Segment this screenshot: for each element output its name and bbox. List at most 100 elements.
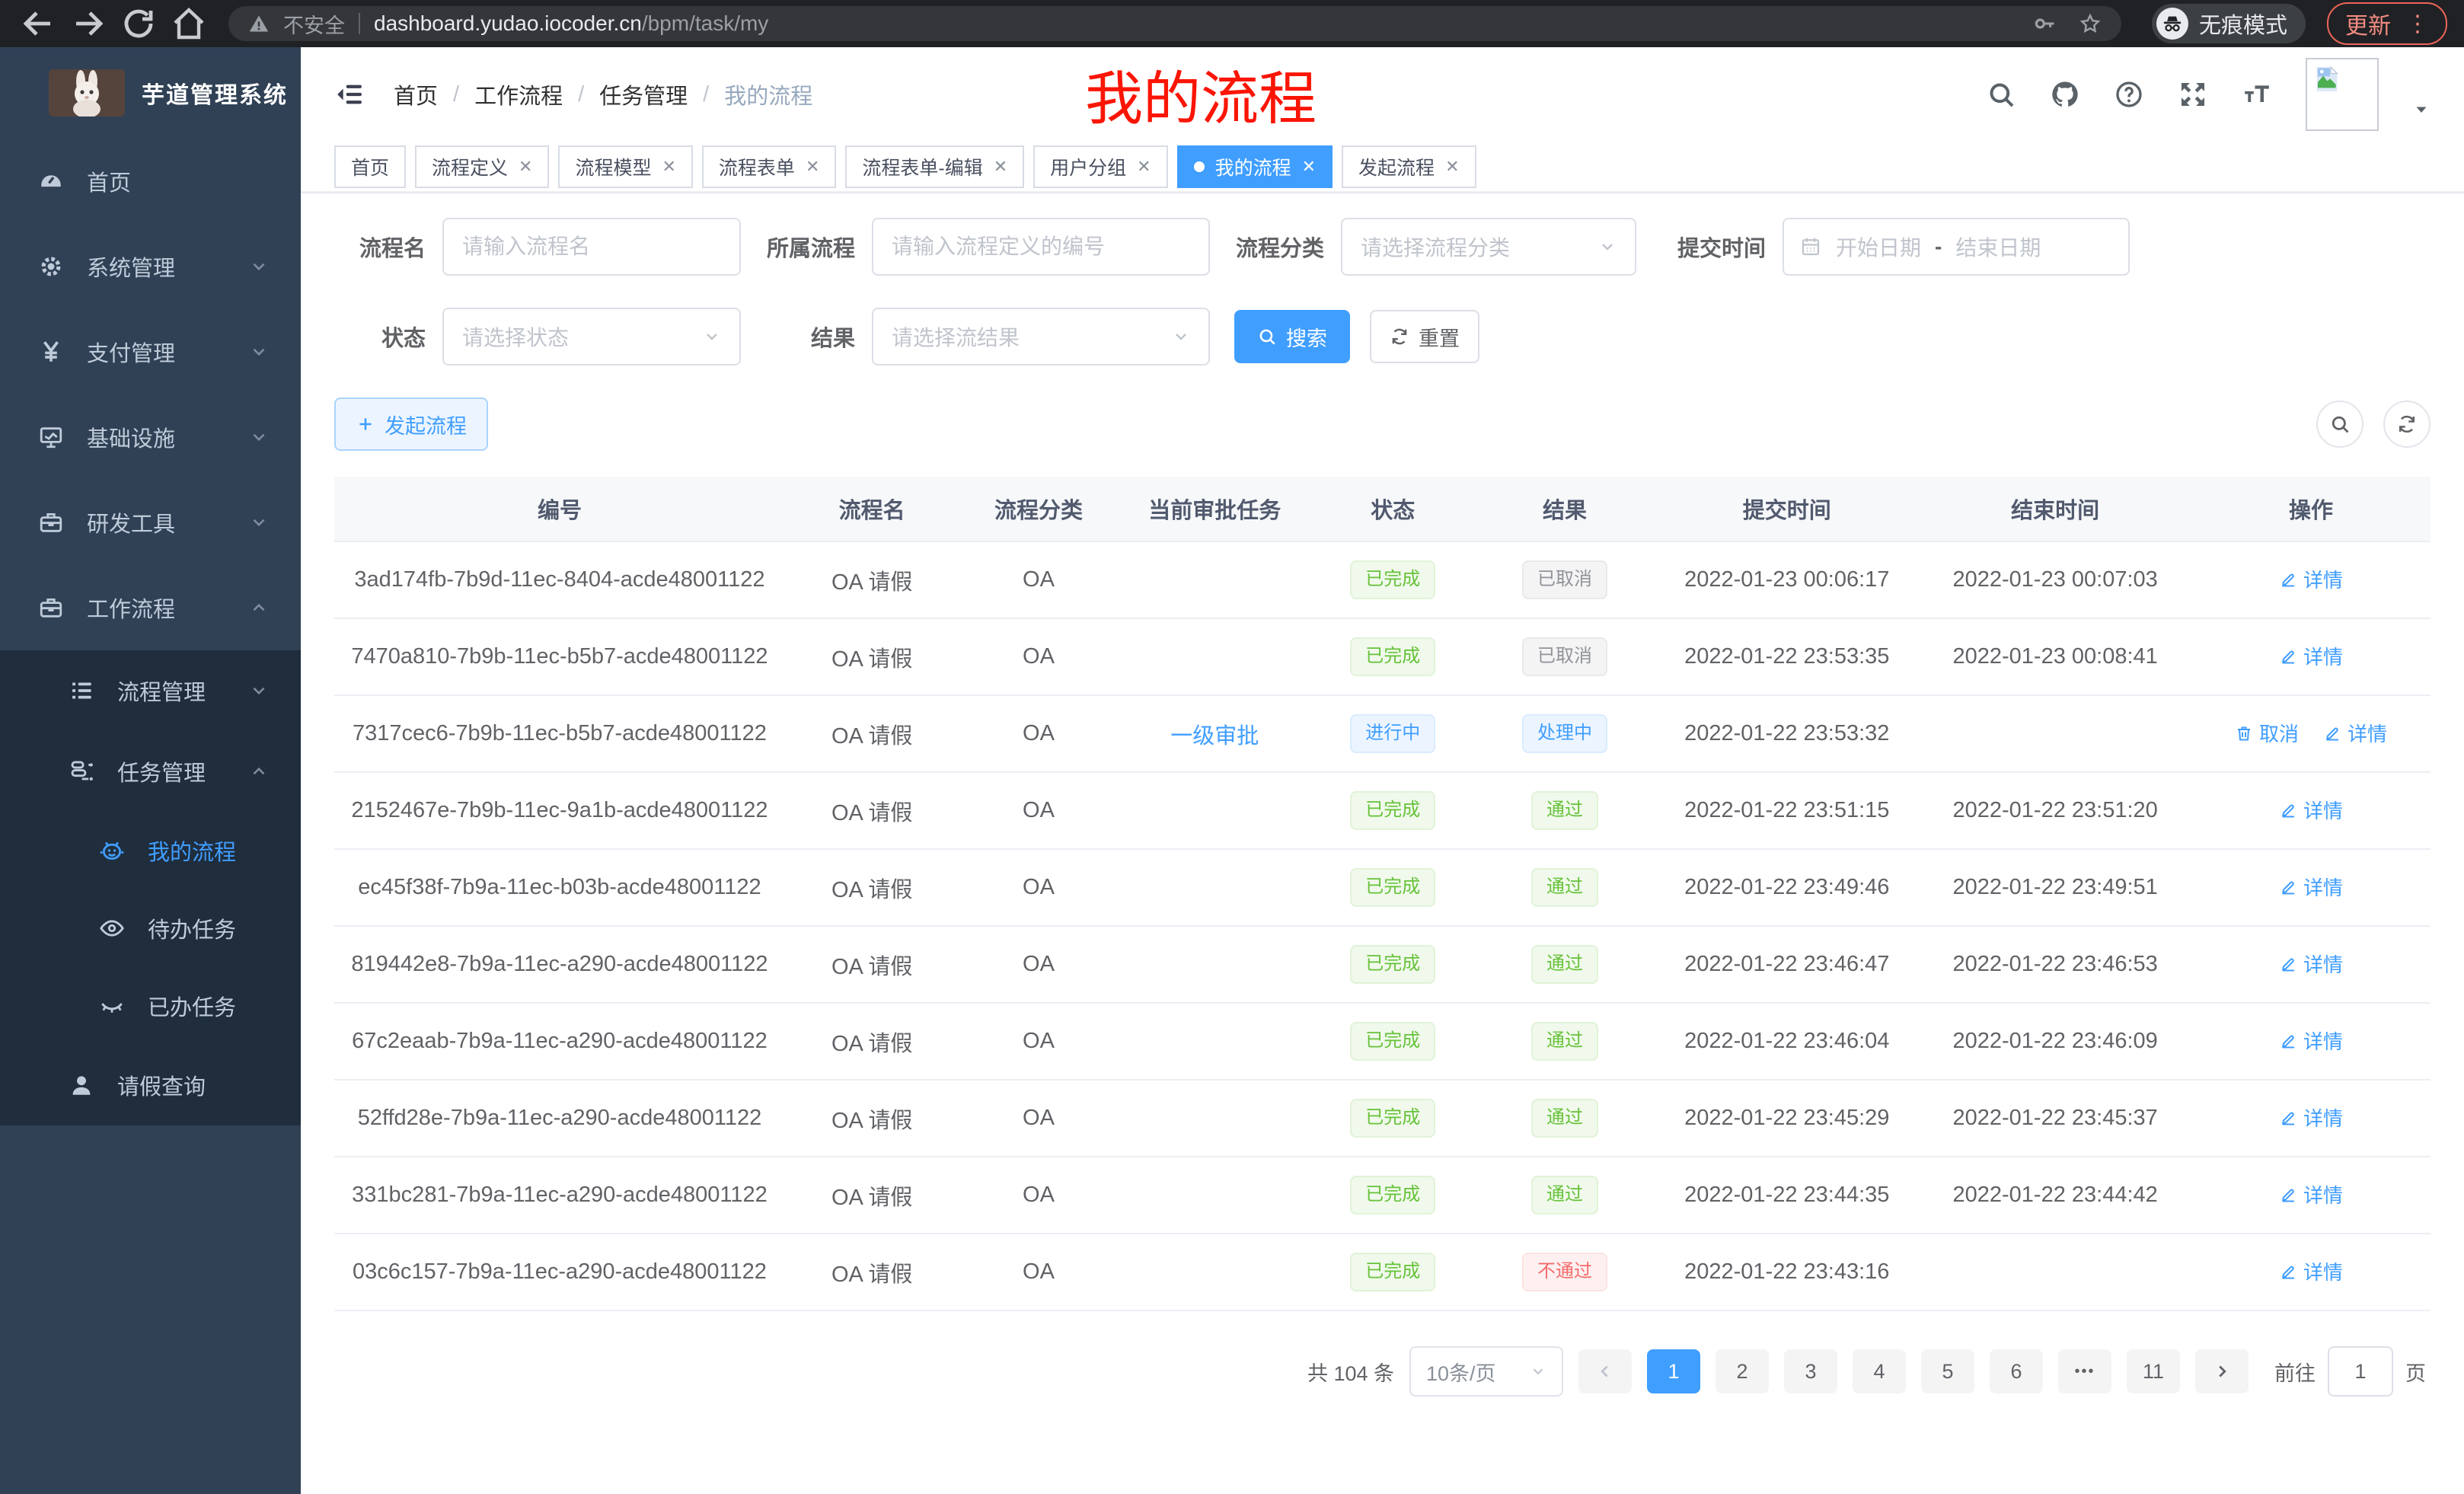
refresh-table-button[interactable]	[2383, 401, 2430, 448]
sidebar-item-workflow[interactable]: 工作流程	[0, 565, 301, 650]
status-select[interactable]: 请选择状态	[442, 308, 741, 366]
font-size-icon[interactable]	[2242, 79, 2272, 110]
sidebar-item-dev-tools[interactable]: 研发工具	[0, 480, 301, 565]
cell-current-task	[1119, 1080, 1311, 1157]
start-date-placeholder: 开始日期	[1836, 231, 1921, 262]
detail-action[interactable]: 详情	[2279, 796, 2343, 824]
detail-action[interactable]: 详情	[2323, 719, 2387, 747]
page-button-3[interactable]: 3	[1784, 1349, 1837, 1393]
page-button-4[interactable]: 4	[1853, 1349, 1906, 1393]
detail-action[interactable]: 详情	[2279, 873, 2343, 901]
browser-back-icon[interactable]	[17, 5, 59, 42]
tab-close-icon[interactable]: ✕	[662, 157, 675, 177]
detail-action[interactable]: 详情	[2279, 1257, 2343, 1285]
tab-label: 流程表单	[719, 153, 795, 180]
top-header: 首页 / 工作流程 / 任务管理 / 我的流程	[301, 47, 2464, 142]
breadcrumb-workflow[interactable]: 工作流程	[474, 78, 563, 110]
page-button-6[interactable]: 6	[1990, 1349, 2043, 1393]
tab-发起流程[interactable]: 发起流程✕	[1342, 145, 1476, 188]
page-size-select[interactable]: 10条/页	[1409, 1346, 1563, 1397]
page-button-5[interactable]: 5	[1921, 1349, 1974, 1393]
sidebar-item-system-mgmt[interactable]: 系统管理	[0, 224, 301, 309]
app-logo[interactable]: 芋道管理系统	[0, 47, 301, 139]
caret-down-icon[interactable]	[2412, 101, 2430, 119]
tab-label: 流程定义	[432, 153, 508, 180]
cell-process-name: OA 请假	[785, 1157, 959, 1234]
yen-icon	[38, 339, 64, 365]
result-select[interactable]: 请选择流结果	[872, 308, 1210, 366]
cancel-action[interactable]: 取消	[2235, 719, 2299, 747]
tab-用户分组[interactable]: 用户分组✕	[1033, 145, 1167, 188]
browser-forward-icon[interactable]	[67, 5, 110, 42]
tab-close-icon[interactable]: ✕	[1302, 157, 1316, 177]
tab-close-icon[interactable]: ✕	[994, 157, 1007, 177]
result-badge: 通过	[1531, 868, 1598, 907]
sidebar-item-task-mgmt[interactable]: 任务管理	[0, 731, 301, 812]
sidebar-item-todo-tasks[interactable]: 待办任务	[0, 889, 301, 967]
tab-close-icon[interactable]: ✕	[519, 157, 532, 177]
browser-menu-icon[interactable]: ⋮	[2406, 11, 2429, 37]
avatar[interactable]	[2306, 58, 2379, 131]
fullscreen-icon[interactable]	[2178, 79, 2208, 110]
cell-status: 已完成	[1311, 1234, 1475, 1310]
tab-我的流程[interactable]: 我的流程✕	[1177, 145, 1333, 188]
search-button[interactable]: 搜索	[1234, 310, 1350, 363]
detail-action[interactable]: 详情	[2279, 1103, 2343, 1132]
cell-result: 不通过	[1475, 1234, 1655, 1310]
cell-status: 已完成	[1311, 772, 1475, 849]
prev-page-button[interactable]	[1578, 1349, 1632, 1393]
sidebar-item-process-mgmt[interactable]: 流程管理	[0, 650, 301, 731]
tab-首页[interactable]: 首页	[334, 145, 406, 188]
detail-action[interactable]: 详情	[2279, 642, 2343, 670]
address-bar[interactable]: 不安全 dashboard.yudao.iocoder.cn/bpm/task/…	[228, 6, 2121, 41]
reset-button[interactable]: 重置	[1370, 310, 1479, 363]
github-icon[interactable]	[2050, 79, 2080, 110]
current-task-link[interactable]: 一级审批	[1170, 724, 1259, 749]
submit-time-range-picker[interactable]: 开始日期 - 结束日期	[1783, 218, 2130, 276]
cell-id: ec45f38f-7b9a-11ec-b03b-acde48001122	[334, 849, 785, 926]
browser-update-button[interactable]: 更新 ⋮	[2327, 2, 2447, 45]
tab-close-icon[interactable]: ✕	[1445, 157, 1459, 177]
detail-action[interactable]: 详情	[2279, 1180, 2343, 1208]
filter-label-definition: 所属流程	[741, 231, 855, 263]
page-button-2[interactable]: 2	[1716, 1349, 1769, 1393]
breadcrumb-home[interactable]: 首页	[394, 78, 438, 110]
page-button-1[interactable]: 1	[1647, 1349, 1700, 1393]
tab-close-icon[interactable]: ✕	[1137, 157, 1151, 177]
key-icon[interactable]	[2033, 12, 2056, 35]
star-icon[interactable]	[2079, 12, 2102, 35]
pagination-ellipsis[interactable]: •••	[2058, 1349, 2111, 1393]
tab-close-icon[interactable]: ✕	[806, 157, 819, 177]
result-badge: 通过	[1531, 1099, 1598, 1138]
tab-流程定义[interactable]: 流程定义 ✕	[415, 145, 549, 188]
browser-reload-icon[interactable]	[117, 5, 160, 42]
detail-action[interactable]: 详情	[2279, 565, 2343, 593]
jump-page-input[interactable]: 1	[2328, 1346, 2393, 1397]
start-process-button[interactable]: 发起流程	[334, 397, 488, 451]
help-icon[interactable]	[2114, 79, 2144, 110]
browser-home-icon[interactable]	[168, 5, 210, 42]
sidebar-fold-icon[interactable]	[334, 79, 365, 110]
sidebar-item-done-tasks[interactable]: 已办任务	[0, 967, 301, 1045]
tab-流程表单-编辑[interactable]: 流程表单-编辑✕	[845, 145, 1024, 188]
process-definition-input[interactable]	[872, 218, 1210, 276]
sidebar-item-home[interactable]: 首页	[0, 139, 301, 224]
cell-id: 2152467e-7b9b-11ec-9a1b-acde48001122	[334, 772, 785, 849]
date-separator: -	[1935, 235, 1942, 259]
chevron-down-icon	[1598, 238, 1617, 256]
search-icon[interactable]	[1986, 79, 2016, 110]
sidebar-item-payment-mgmt[interactable]: 支付管理	[0, 309, 301, 394]
process-name-input[interactable]	[442, 218, 741, 276]
tab-流程表单[interactable]: 流程表单 ✕	[702, 145, 836, 188]
detail-action[interactable]: 详情	[2279, 1026, 2343, 1055]
breadcrumb-task-mgmt[interactable]: 任务管理	[599, 78, 688, 110]
sidebar-item-leave-query[interactable]: 请假查询	[0, 1045, 301, 1125]
category-select[interactable]: 请选择流程分类	[1341, 218, 1636, 276]
sidebar-item-my-process[interactable]: 我的流程	[0, 812, 301, 889]
detail-action[interactable]: 详情	[2279, 950, 2343, 978]
toggle-search-button[interactable]	[2316, 401, 2363, 448]
sidebar-item-infrastructure[interactable]: 基础设施	[0, 394, 301, 480]
page-button-11[interactable]: 11	[2127, 1349, 2180, 1393]
next-page-button[interactable]	[2195, 1349, 2249, 1393]
tab-流程模型[interactable]: 流程模型✕	[558, 145, 692, 188]
